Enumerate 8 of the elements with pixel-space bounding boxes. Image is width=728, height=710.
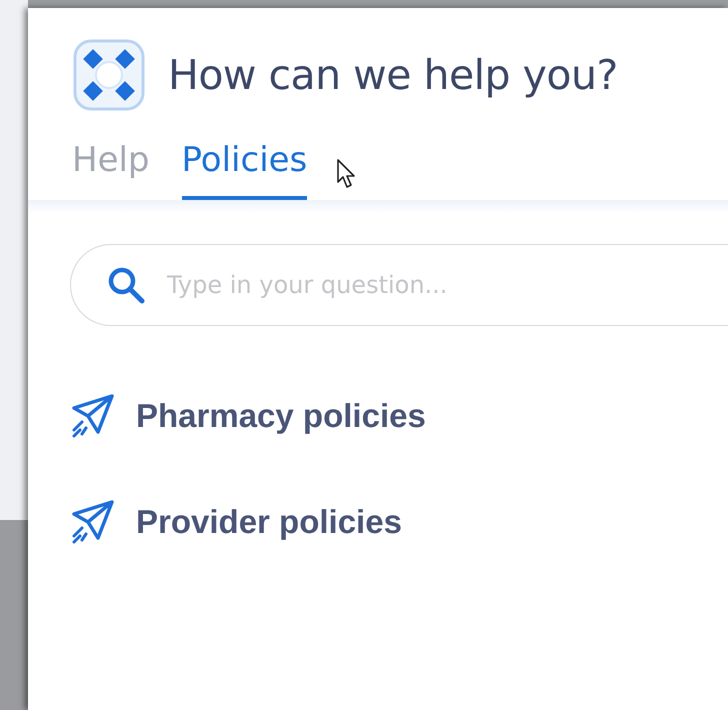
policy-link[interactable]: Provider policies — [136, 503, 402, 541]
panel-title: How can we help you? — [168, 51, 618, 99]
paper-plane-icon — [70, 394, 114, 438]
policy-link[interactable]: Pharmacy policies — [136, 397, 426, 435]
search-icon — [106, 265, 146, 305]
paper-plane-icon — [70, 500, 114, 544]
lifebuoy-icon — [72, 38, 146, 112]
search-field[interactable]: Type in your question... — [70, 244, 728, 326]
